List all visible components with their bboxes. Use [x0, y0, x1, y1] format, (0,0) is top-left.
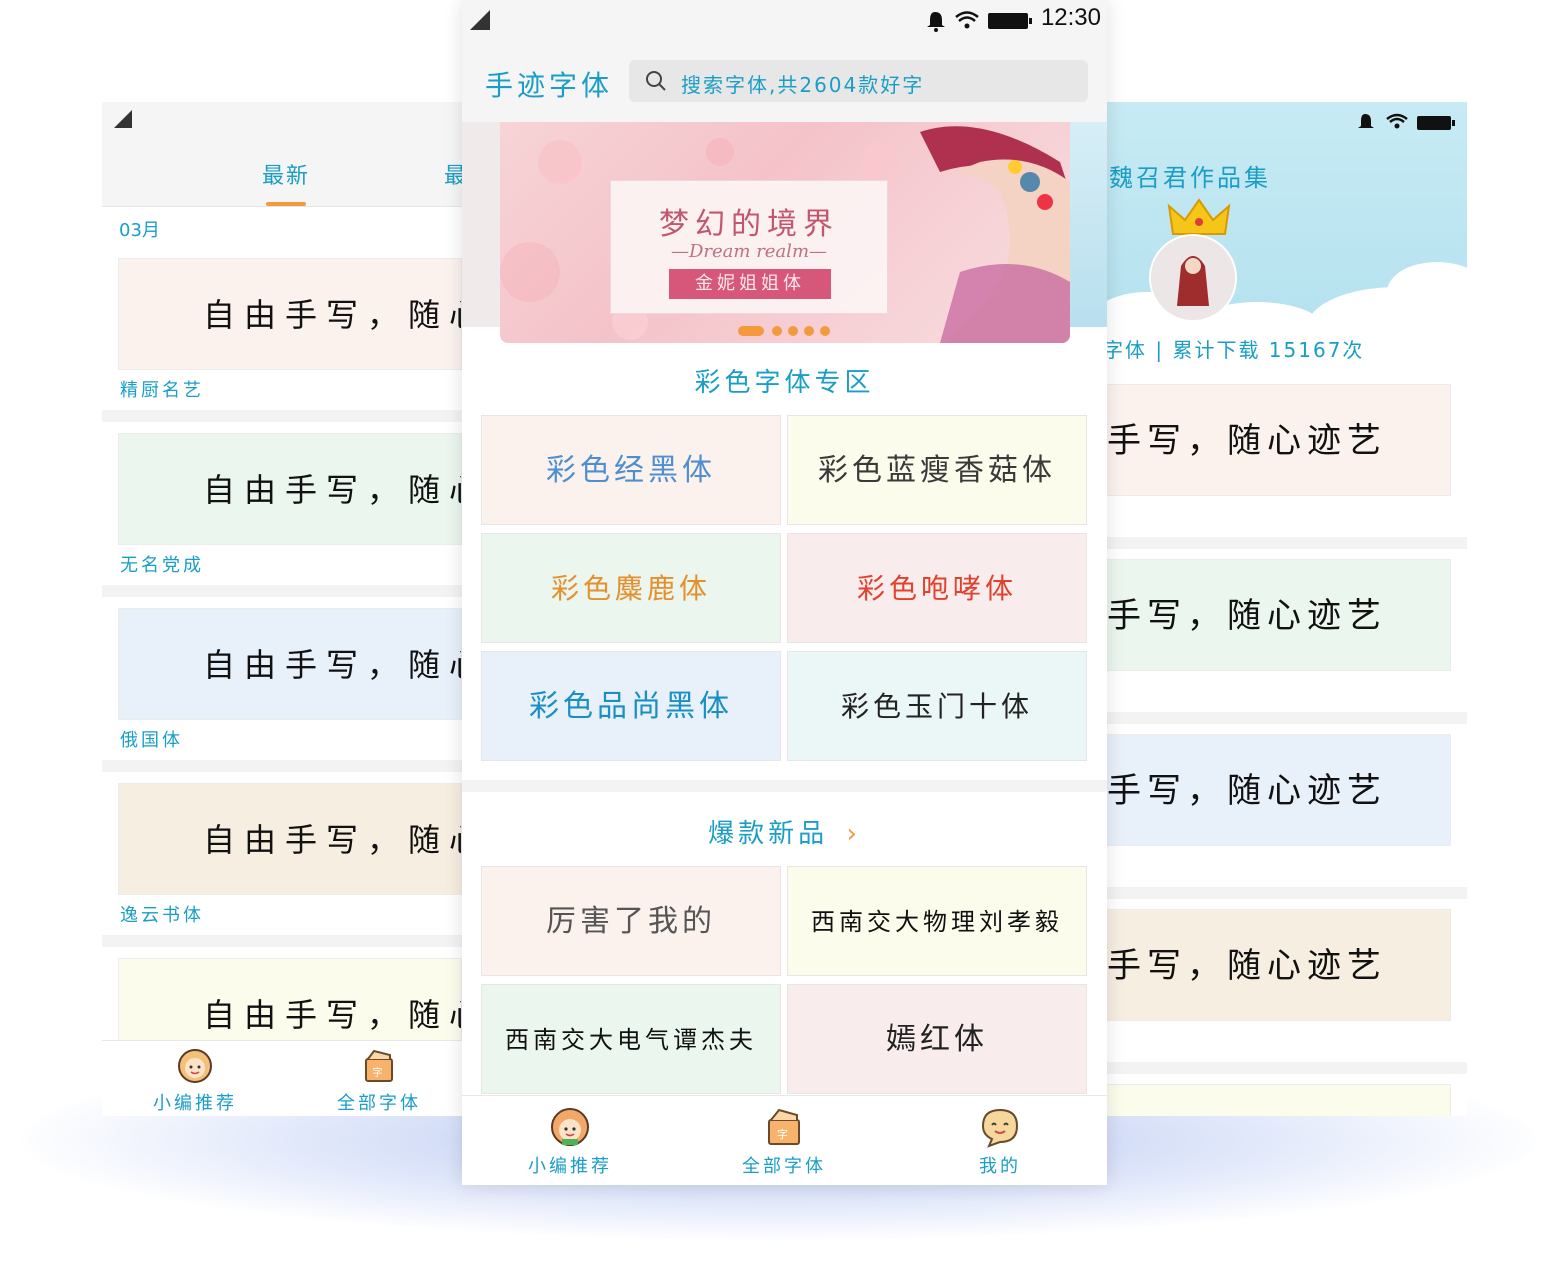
carousel-dot[interactable]: [772, 326, 782, 336]
left-phone-screen: 最新 最 03月 自由手写，随心 精厨名艺 自由手写，随心 无名党成 自由手写，随心 俄国…: [102, 102, 462, 1116]
banner-subtitle: —Dream realm—: [670, 241, 828, 262]
list-divider: [1107, 537, 1467, 549]
font-name-label: 俄国体: [120, 730, 183, 751]
girl-avatar-icon: [551, 1108, 589, 1146]
status-bar: 12:30: [462, 0, 1107, 40]
font-tile[interactable]: 嫣红体: [787, 984, 1087, 1094]
chevron-right-icon: ›: [846, 819, 861, 849]
new-fonts-section-title[interactable]: 爆款新品 ›: [462, 813, 1107, 850]
banner-prev-peek[interactable]: [462, 122, 500, 327]
section-divider: [462, 780, 1107, 792]
smiling-face-icon: [981, 1108, 1019, 1148]
girl-avatar-icon: [178, 1049, 212, 1083]
list-divider: [102, 935, 462, 947]
nav-recommend-label: 小编推荐: [528, 1156, 612, 1177]
app-header: 手迹字体 搜索字体,共2604款好字: [462, 40, 1107, 122]
carousel-dot[interactable]: [804, 326, 814, 336]
carousel-dot-active[interactable]: [738, 326, 764, 336]
nav-recommend[interactable]: 小编推荐: [150, 1047, 240, 1115]
banner-card: 梦幻的境界 —Dream realm— 金妮姐姐体: [610, 180, 888, 314]
font-tile[interactable]: 彩色品尚黑体: [481, 651, 781, 761]
carousel-dot[interactable]: [820, 326, 830, 336]
list-divider: [102, 410, 462, 422]
app-title: 手迹字体: [485, 69, 614, 102]
font-preview-card[interactable]: 自由手写，随心: [118, 433, 462, 545]
left-top-bar: 最新 最: [102, 102, 462, 207]
main-phone-screen: 12:30 手迹字体 搜索字体,共2604款好字 梦幻的境界 —Dream re…: [462, 0, 1107, 1185]
list-divider: [102, 585, 462, 597]
font-name-label: 无名党成: [120, 555, 204, 576]
list-divider: [1107, 712, 1467, 724]
tab-latest[interactable]: 最新: [262, 158, 310, 190]
nav-all-fonts[interactable]: 字 全部字体: [334, 1047, 424, 1115]
search-icon: [646, 71, 666, 91]
nav-recommend-label: 小编推荐: [153, 1093, 237, 1114]
font-preview-card[interactable]: 自由手写，随心: [118, 783, 462, 895]
font-box-icon: 字: [365, 1049, 393, 1082]
font-name-label: 逸云书体: [120, 905, 204, 926]
crown-icon: [1167, 198, 1231, 235]
download-stats: 字体 | 累计下载 15167次: [1107, 338, 1365, 362]
font-tile[interactable]: 彩色麋鹿体: [481, 533, 781, 643]
active-tab-indicator: [266, 202, 306, 206]
font-preview-card[interactable]: 手写，随心迹艺: [1107, 734, 1451, 846]
nav-all-fonts-label: 全部字体: [742, 1156, 826, 1177]
status-time: 12:30: [1040, 4, 1101, 31]
list-divider: [102, 760, 462, 772]
font-preview-card[interactable]: 手写，随心迹艺: [1107, 909, 1451, 1021]
carousel-dot[interactable]: [788, 326, 798, 336]
svg-text:字: 字: [373, 1066, 386, 1079]
font-preview-card[interactable]: 手写，随心迹艺: [1107, 559, 1451, 671]
font-tile[interactable]: 彩色玉门十体: [787, 651, 1087, 761]
font-tile[interactable]: 西南交大电气谭杰夫: [481, 984, 781, 1094]
font-tile[interactable]: 西南交大物理刘孝毅: [787, 866, 1087, 976]
banner-font-tag: 金妮姐姐体: [669, 269, 831, 299]
font-tile[interactable]: 彩色经黑体: [481, 415, 781, 525]
banner-title: 梦幻的境界: [659, 207, 839, 242]
signal-icon: [470, 10, 490, 30]
new-fonts-section-label: 爆款新品: [708, 819, 829, 849]
banner-next-peek[interactable]: [1070, 122, 1107, 327]
left-bottom-nav: 小编推荐 字 全部字体: [102, 1040, 462, 1116]
font-tile[interactable]: 彩色蓝瘦香菇体: [787, 415, 1087, 525]
svg-text:字: 字: [777, 1127, 791, 1141]
status-icons: [1358, 113, 1455, 130]
list-divider: [1107, 1062, 1467, 1074]
font-box-icon: 字: [768, 1108, 800, 1145]
font-preview-card[interactable]: 自由手写，随心: [118, 608, 462, 720]
font-preview-card[interactable]: 手写，随心迹艺: [1107, 384, 1451, 496]
main-bottom-nav: 小编推荐 字 全部字体 我的: [462, 1095, 1107, 1185]
author-avatar[interactable]: [1149, 234, 1237, 322]
month-label: 03月: [119, 220, 160, 241]
status-icons: [927, 11, 1032, 32]
color-fonts-section-title: 彩色字体专区: [694, 368, 875, 398]
promo-banner[interactable]: 梦幻的境界 —Dream realm— 金妮姐姐体: [500, 122, 1070, 343]
nav-mine[interactable]: 我的: [950, 1106, 1050, 1178]
nav-mine-label: 我的: [979, 1156, 1021, 1177]
font-preview-card[interactable]: [1107, 1084, 1451, 1116]
font-tile[interactable]: 厉害了我的: [481, 866, 781, 976]
signal-icon: [114, 110, 132, 128]
search-input[interactable]: 搜索字体,共2604款好字: [629, 60, 1088, 102]
tab-second[interactable]: 最: [444, 158, 462, 190]
right-phone-screen: 魏召君作品集 字体 | 累计下载 15167次 手写，随心迹艺 手写，随心迹艺 手写…: [1107, 102, 1467, 1116]
font-name-label: 精厨名艺: [120, 380, 204, 401]
font-tile[interactable]: 彩色咆哮体: [787, 533, 1087, 643]
nav-all-fonts[interactable]: 字 全部字体: [734, 1106, 834, 1178]
nav-recommend[interactable]: 小编推荐: [520, 1106, 620, 1178]
font-preview-card[interactable]: 自由手写，随心: [118, 258, 462, 370]
author-header: 魏召君作品集: [1107, 102, 1467, 367]
nav-all-fonts-label: 全部字体: [337, 1093, 421, 1114]
author-collection-title: 魏召君作品集: [1109, 164, 1271, 192]
search-placeholder: 搜索字体,共2604款好字: [681, 73, 925, 97]
list-divider: [1107, 887, 1467, 899]
